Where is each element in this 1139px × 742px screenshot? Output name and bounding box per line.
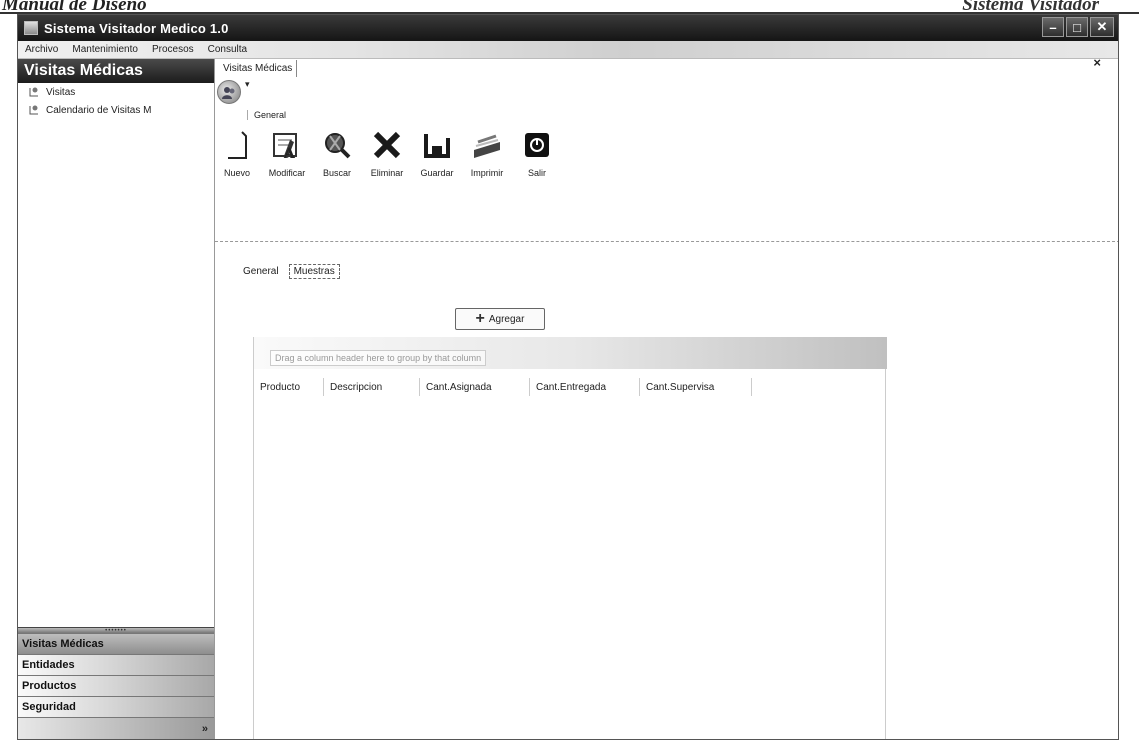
menu-bar: Archivo Mantenimiento Procesos Consulta … [18,41,1118,70]
nav-overflow-bar[interactable]: » [18,717,214,739]
maximize-button[interactable]: □ [1066,17,1088,37]
close-button[interactable]: ✕ [1090,17,1114,37]
tab-muestras[interactable]: Muestras [288,264,340,279]
muestras-grid: Drag a column header here to group by th… [253,337,887,739]
sidebar-item-label: Visitas [46,86,76,98]
nav-group-seguridad[interactable]: Seguridad [18,696,214,717]
sidebar: Visitas Médicas Visitas Calendario de Vi… [18,59,215,739]
sidebar-title: Visitas Médicas [18,59,214,83]
app-window: Sistema Visitador Medico 1.0 – □ ✕ Archi… [17,14,1119,740]
exit-icon [515,126,559,164]
menu-mantenimiento[interactable]: Mantenimiento [65,44,145,55]
modificar-label: Modificar [268,168,306,178]
buscar-button[interactable]: Buscar [315,126,359,188]
search-icon [315,126,359,164]
plus-icon: + [475,310,485,327]
tree-node-icon [28,104,40,116]
modificar-button[interactable]: A Modificar [265,126,309,188]
group-by-panel[interactable]: Drag a column header here to group by th… [254,337,887,369]
svg-text:A: A [283,146,296,162]
quick-access-dropdown[interactable]: ▾ [245,79,250,90]
imprimir-label: Imprimir [470,168,504,178]
tree-node-icon [28,86,40,98]
eliminar-button[interactable]: Eliminar [365,126,409,188]
sidebar-item-calendario[interactable]: Calendario de Visitas M [18,101,214,119]
buscar-label: Buscar [322,168,351,178]
menu-consulta[interactable]: Consulta [201,44,254,55]
column-producto[interactable]: Producto [254,378,324,396]
nuevo-button[interactable]: Nuevo [215,126,259,188]
nav-group-productos[interactable]: Productos [18,675,214,696]
sidebar-item-visitas[interactable]: Visitas [18,83,214,101]
edit-icon: A [265,126,309,164]
grid-header: Producto Descripcion Cant.Asignada Cant.… [254,378,752,396]
guardar-label: Guardar [420,168,454,178]
salir-label: Salir [527,168,546,178]
ribbon-tab-general[interactable]: General [247,110,286,120]
app-icon [24,21,38,35]
agregar-button[interactable]: + Agregar [455,308,545,330]
chevron-icon[interactable]: » [202,723,208,735]
print-icon [465,126,509,164]
sidebar-item-label: Calendario de Visitas M [46,104,152,116]
group-by-hint: Drag a column header here to group by th… [270,350,487,366]
tab-visitas-medicas[interactable]: Visitas Médicas [219,60,298,77]
window-controls: – □ ✕ [1042,17,1114,37]
guardar-button[interactable]: Guardar [415,126,459,188]
agregar-label: Agregar [488,313,525,325]
column-descripcion[interactable]: Descripcion [324,378,420,396]
window-title: Sistema Visitador Medico 1.0 [44,20,229,36]
new-document-icon [215,126,259,164]
eliminar-label: Eliminar [370,168,404,178]
menu-procesos[interactable]: Procesos [145,44,201,55]
minimize-button[interactable]: – [1042,17,1064,37]
save-icon [415,126,459,164]
ribbon-app-button[interactable] [217,80,241,104]
form-tabs: General Muestras [239,264,346,279]
nav-group-entidades[interactable]: Entidades [18,654,214,675]
menu-archivo[interactable]: Archivo [18,44,65,55]
nav-group-visitas-medicas[interactable]: Visitas Médicas [18,633,214,654]
tab-general[interactable]: General [239,265,283,278]
salir-button[interactable]: Salir [515,126,559,188]
ribbon-divider [215,241,1118,242]
delete-icon [365,126,409,164]
toolbar: Nuevo A Modificar Buscar Eliminar Guarda… [215,126,565,188]
navigation-groups: ••••••• Visitas Médicas Entidades Produc… [18,627,214,739]
users-icon [222,87,235,99]
column-cant-entregada[interactable]: Cant.Entregada [530,378,640,396]
title-bar[interactable]: Sistema Visitador Medico 1.0 – □ ✕ [18,15,1118,41]
column-cant-supervisa[interactable]: Cant.Supervisa [640,378,752,396]
column-cant-asignada[interactable]: Cant.Asignada [420,378,530,396]
main-content: Visitas Médicas ▾ General Nuevo A Modifi… [215,59,1118,739]
nuevo-label: Nuevo [223,168,250,178]
imprimir-button[interactable]: Imprimir [465,126,509,188]
